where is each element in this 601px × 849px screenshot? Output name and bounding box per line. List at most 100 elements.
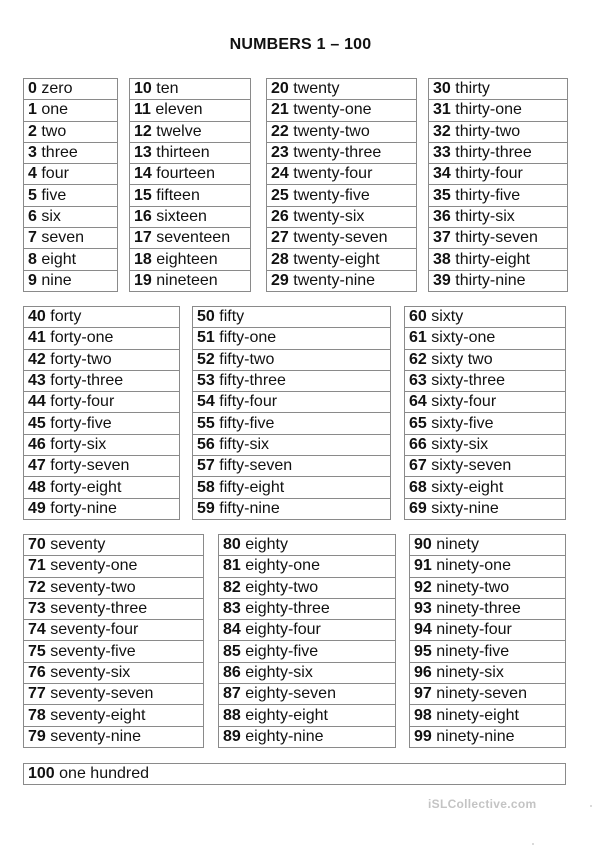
- number-word: eighty-three: [245, 600, 330, 618]
- number-word: sixty-four: [431, 393, 497, 411]
- number-word: forty-nine: [50, 499, 117, 517]
- number-cell: 60 sixty: [404, 305, 566, 329]
- numeral: 92: [414, 578, 432, 596]
- table-row: 50 fifty: [192, 305, 391, 329]
- numeral: 11: [134, 101, 151, 119]
- number-cell: 65 sixty-five: [404, 412, 566, 435]
- numeral: 22: [271, 122, 289, 140]
- numeral: 26: [271, 207, 289, 225]
- numeral: 81: [223, 557, 241, 575]
- number-word: twenty-seven: [293, 229, 388, 247]
- number-cell: 54 fifty-four: [192, 391, 391, 414]
- number-word: forty-three: [50, 372, 124, 390]
- numeral: 39: [433, 271, 451, 289]
- numeral: 40: [28, 308, 46, 326]
- number-word: one: [41, 101, 69, 119]
- number-cell: 28 twenty-eight: [266, 248, 417, 271]
- number-word: zero: [41, 80, 73, 98]
- number-cell: 41 forty-one: [23, 327, 180, 350]
- number-word: ninety: [436, 536, 479, 554]
- numeral: 75: [28, 642, 46, 660]
- table-row: 48 forty-eight: [23, 476, 180, 499]
- table-row: 30 thirty: [428, 77, 568, 101]
- number-cell: 32 thirty-two: [428, 120, 568, 143]
- numeral: 31: [433, 101, 451, 119]
- numeral: 90: [414, 536, 432, 554]
- numeral: 79: [28, 727, 46, 745]
- table-row: 24 twenty-four: [266, 163, 417, 186]
- number-cell: 74 seventy-four: [23, 619, 204, 642]
- number-cell: 7 seven: [23, 227, 118, 250]
- number-cell: 38 thirty-eight: [428, 248, 568, 271]
- number-word: forty-six: [50, 435, 107, 453]
- table-row: 64 sixty-four: [404, 391, 566, 414]
- table-row: 32 thirty-two: [428, 120, 568, 143]
- table-row: 28 twenty-eight: [266, 248, 417, 271]
- table-row: 33 thirty-three: [428, 141, 568, 165]
- number-word: seventy-three: [50, 600, 148, 618]
- number-cell: 72 seventy-two: [23, 576, 204, 599]
- numeral: 36: [433, 207, 451, 225]
- table-row: 61 sixty-one: [404, 327, 566, 350]
- table-row: 53 fifty-three: [192, 369, 391, 393]
- number-cell: 36 thirty-six: [428, 205, 568, 229]
- numeral: 97: [414, 685, 432, 703]
- numeral: 61: [409, 329, 427, 347]
- number-cell: 77 seventy-seven: [23, 683, 204, 706]
- numeral: 49: [28, 499, 46, 517]
- number-cell: 76 seventy-six: [23, 661, 204, 685]
- numeral: 77: [28, 685, 46, 703]
- number-word: ninety-three: [436, 600, 521, 618]
- numeral: 85: [223, 642, 241, 660]
- table-row: 100 one hundred: [23, 762, 566, 786]
- numeral: 45: [28, 414, 46, 432]
- number-cell: 17 seventeen: [129, 227, 251, 250]
- number-cell: 23 twenty-three: [266, 141, 417, 165]
- numbers-table-20-29: 20 twenty 21 twenty-one 22 twenty-two 23 tw…: [266, 77, 417, 292]
- table-row: 55 fifty-five: [192, 412, 391, 435]
- numeral: 91: [414, 557, 432, 575]
- numeral: 20: [271, 80, 289, 98]
- table-row: 93 ninety-three: [409, 597, 566, 621]
- table-row: 90 ninety: [409, 533, 566, 557]
- number-word: five: [41, 186, 67, 204]
- number-cell: 46 forty-six: [23, 433, 180, 457]
- numeral: 52: [197, 350, 215, 368]
- number-word: sixty: [431, 308, 464, 326]
- number-word: sixty two: [431, 350, 493, 368]
- table-row: 71 seventy-one: [23, 555, 204, 578]
- number-word: thirty-three: [455, 144, 532, 162]
- numeral: 30: [433, 80, 451, 98]
- table-row: 68 sixty-eight: [404, 476, 566, 499]
- number-word: fifty-five: [219, 414, 275, 432]
- number-word: ninety-seven: [436, 685, 527, 703]
- number-cell: 96 ninety-six: [409, 661, 566, 685]
- numeral: 21: [271, 101, 289, 119]
- table-row: 81 eighty-one: [218, 555, 396, 578]
- numeral: 56: [197, 435, 215, 453]
- number-word: twelve: [156, 122, 202, 140]
- decorative-dot: [590, 805, 592, 807]
- number-cell: 8 eight: [23, 248, 118, 271]
- numeral: 53: [197, 372, 215, 390]
- numeral: 19: [134, 271, 152, 289]
- number-word: thirty-eight: [455, 250, 530, 268]
- numeral: 62: [409, 350, 427, 368]
- table-row: 74 seventy-four: [23, 619, 204, 642]
- number-cell: 70 seventy: [23, 533, 204, 557]
- table-row: 72 seventy-two: [23, 576, 204, 599]
- table-row: 0 zero: [23, 77, 118, 101]
- number-word: twenty-nine: [293, 271, 376, 289]
- numbers-table-30-39: 30 thirty 31 thirty-one 32 thirty-two 33 th…: [428, 77, 568, 292]
- table-row: 70 seventy: [23, 533, 204, 557]
- numeral: 76: [28, 663, 46, 681]
- number-word: eighty-nine: [245, 727, 324, 745]
- number-cell: 71 seventy-one: [23, 555, 204, 578]
- table-row: 16 sixteen: [129, 205, 251, 229]
- numeral: 7: [28, 229, 37, 247]
- number-cell: 45 forty-five: [23, 412, 180, 435]
- numeral: 68: [409, 478, 427, 496]
- number-cell: 94 ninety-four: [409, 619, 566, 642]
- number-cell: 98 ninety-eight: [409, 704, 566, 727]
- numeral: 1: [28, 101, 37, 119]
